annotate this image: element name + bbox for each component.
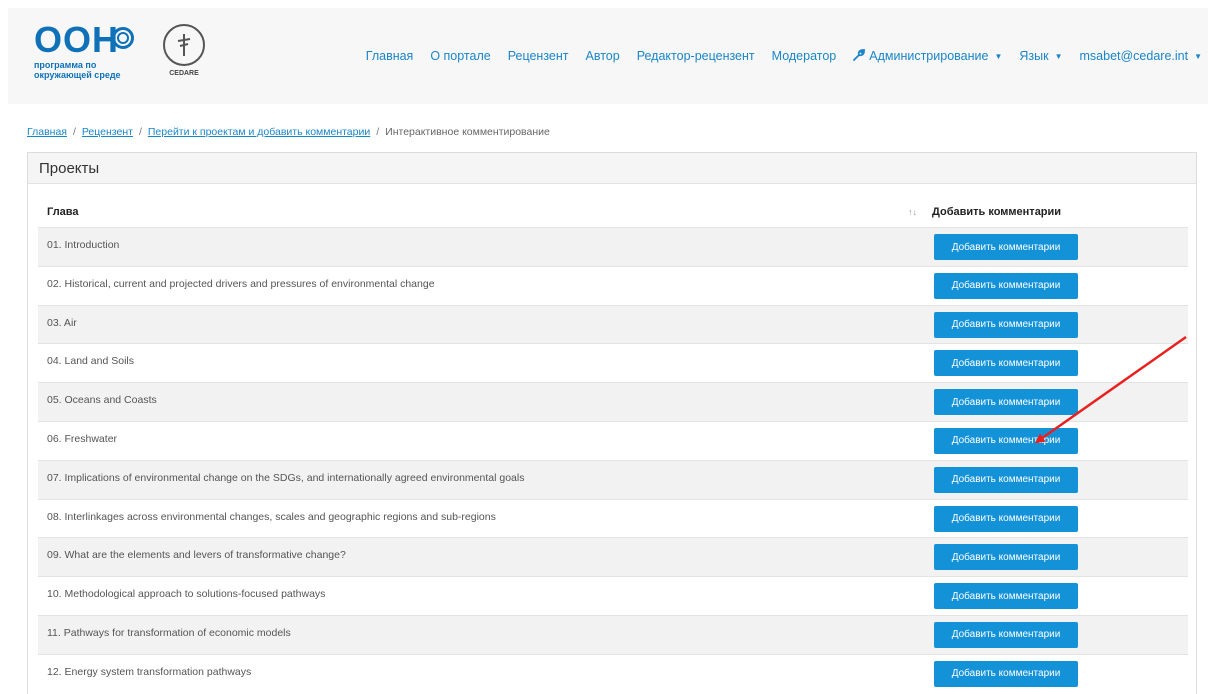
breadcrumb-reviewer[interactable]: Рецензент [82,126,133,138]
table-body: 01. Introduction Добавить комментарии 02. … [38,227,1188,693]
breadcrumb: Главная / Рецензент / Перейти к проектам… [27,126,550,138]
cedare-logo[interactable]: CEDARE [157,24,211,84]
nav-user-dropdown[interactable]: msabet@cedare.int ▼ [1080,49,1203,63]
breadcrumb-projects[interactable]: Перейти к проектам и добавить комментари… [148,126,370,138]
logo-area[interactable]: ООН программа по окружающей среде CEDARE [34,22,234,92]
globe-icon [112,27,134,49]
add-comments-button[interactable]: Добавить комментарии [934,466,1078,493]
table-header: Глава ↑↓ Добавить комментарии [38,197,1188,227]
unep-logo-subtitle: программа по окружающей среде [34,60,121,80]
card-title: Проекты [28,153,1196,184]
breadcrumb-current: Интерактивное комментирование [385,126,550,138]
chapter-title: 05. Oceans and Coasts [47,394,157,407]
caret-down-icon: ▼ [1054,51,1063,61]
add-comments-button[interactable]: Добавить комментарии [934,427,1078,454]
breadcrumb-separator: / [138,126,142,138]
add-comments-button[interactable]: Добавить комментарии [934,505,1078,532]
nav-moderator[interactable]: Модератор [772,49,837,63]
nav-administration-dropdown[interactable]: Администрирование ▼ [853,48,1003,64]
breadcrumb-separator: / [376,126,380,138]
nav-reviewer[interactable]: Рецензент [508,49,569,63]
nav-about[interactable]: О портале [430,49,490,63]
table-row: 10. Methodological approach to solutions… [38,576,1188,615]
table-row: 06. Freshwater Добавить комментарии [38,420,1188,460]
projects-table: Глава ↑↓ Добавить комментарии 01. Introd… [38,197,1188,693]
add-comments-button[interactable]: Добавить комментарии [934,621,1078,648]
unep-logo[interactable]: ООН программа по окружающей среде [34,22,144,82]
table-row: 01. Introduction Добавить комментарии [38,227,1188,266]
column-header-add-comments: Добавить комментарии [932,206,1062,218]
add-comments-button[interactable]: Добавить комментарии [934,234,1078,260]
projects-card: Проекты Глава ↑↓ Добавить комментарии 01… [27,152,1197,694]
nav-language-dropdown[interactable]: Язык ▼ [1019,49,1062,63]
nav-home[interactable]: Главная [366,49,414,63]
table-row: 09. What are the elements and levers of … [38,537,1188,577]
column-header-chapter[interactable]: Глава [47,206,79,218]
sort-icon[interactable]: ↑↓ [908,207,917,217]
chapter-title: 02. Historical, current and projected dr… [47,277,435,290]
chapter-title: 01. Introduction [47,239,120,251]
cedare-emblem-icon [163,24,205,66]
unep-logo-text: ООН [34,19,120,60]
breadcrumb-separator: / [72,126,76,138]
chapter-title: 12. Energy system transformation pathway… [47,665,252,678]
main-nav: Главная О портале Рецензент Автор Редакт… [349,46,1208,66]
nav-user-label: msabet@cedare.int [1079,49,1189,63]
chapter-title: 04. Land and Soils [47,355,134,368]
chapter-title: 03. Air [47,316,77,329]
table-row: 12. Energy system transformation pathway… [38,653,1188,693]
nav-author[interactable]: Автор [586,49,620,63]
chapter-title: 08. Interlinkages across environmental c… [47,510,496,523]
nav-language-label: Язык [1019,49,1049,63]
table-row: 05. Oceans and Coasts Добавить комментари… [38,382,1188,421]
cedare-logo-label: CEDARE [169,70,199,77]
chapter-title: 07. Implications of environmental change… [47,471,525,484]
table-row: 11. Pathways for transformation of econo… [38,614,1188,654]
nav-administration-label: Администрирование [869,49,989,63]
add-comments-button[interactable]: Добавить комментарии [934,311,1078,338]
top-navbar: ООН программа по окружающей среде CEDARE… [8,8,1208,104]
chapter-title: 11. Pathways for transformation of econo… [47,626,291,639]
table-row: 08. Interlinkages across environmental c… [38,498,1188,538]
add-comments-button[interactable]: Добавить комментарии [934,272,1078,299]
table-row: 02. Historical, current and projected dr… [38,265,1188,305]
add-comments-button[interactable]: Добавить комментарии [934,660,1078,687]
caret-down-icon: ▼ [1194,51,1202,61]
nav-review-editor[interactable]: Редактор-рецензент [637,49,755,63]
add-comments-button[interactable]: Добавить комментарии [934,350,1078,377]
add-comments-button[interactable]: Добавить комментарии [934,544,1078,571]
add-comments-button[interactable]: Добавить комментарии [934,583,1078,610]
breadcrumb-home[interactable]: Главная [27,126,67,138]
table-row: 04. Land and Soils Добавить комментарии [38,343,1188,382]
caret-down-icon: ▼ [994,51,1003,61]
table-row: 07. Implications of environmental change… [38,459,1188,499]
add-comments-button[interactable]: Добавить комментарии [934,389,1078,416]
wrench-icon [853,48,866,64]
chapter-title: 09. What are the elements and levers of … [47,549,346,562]
table-row: 03. Air Добавить комментарии [38,304,1188,344]
chapter-title: 06. Freshwater [47,432,118,445]
chapter-title: 10. Methodological approach to solutions… [47,588,326,601]
